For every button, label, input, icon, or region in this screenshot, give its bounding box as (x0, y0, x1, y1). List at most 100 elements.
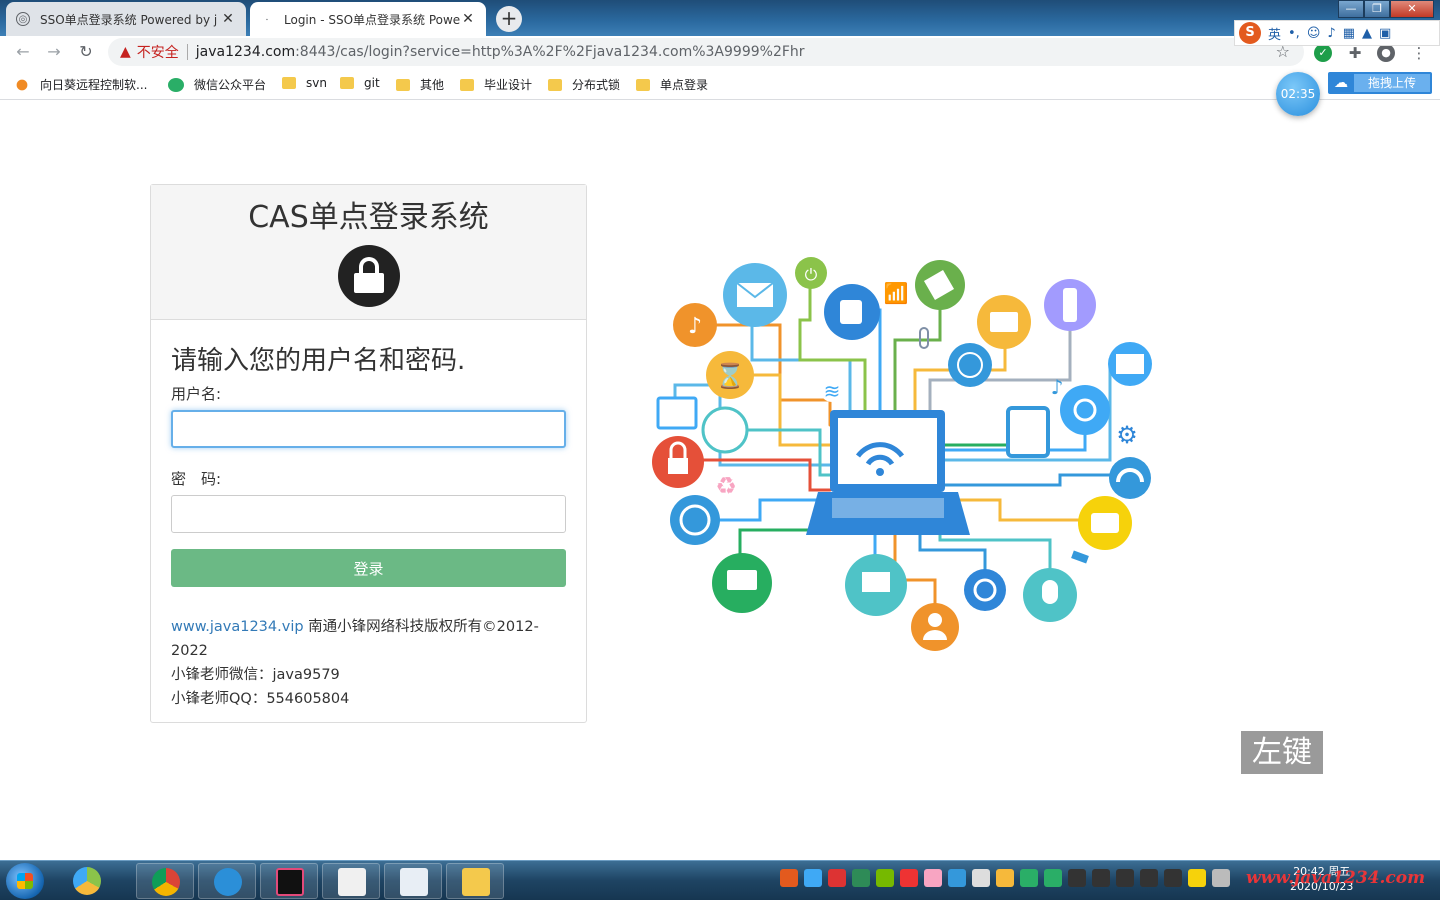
flower-tray-icon[interactable] (924, 869, 942, 887)
taskbar-app-explorer[interactable] (446, 863, 504, 899)
shield-tray-icon[interactable] (852, 869, 870, 887)
bookmark-label: 毕业设计 (484, 78, 533, 92)
back-button[interactable]: ← (12, 41, 34, 63)
bookmark-sunflower[interactable]: 向日葵远程控制软... (14, 76, 147, 93)
bookmark-sso[interactable]: 单点登录 (636, 76, 708, 93)
microphone-icon[interactable]: ♪ (1327, 26, 1335, 41)
loading-icon: ⸱ (265, 15, 269, 26)
keyboard-icon[interactable]: ▦ (1343, 26, 1355, 41)
intellij-icon (276, 868, 304, 896)
sogou-logo-icon[interactable]: S (1239, 22, 1261, 44)
login-form: 请输入您的用户名和密码. 用户名: 密 码: 登录 www.java1234.v… (151, 320, 586, 711)
svg-text:♪: ♪ (688, 314, 702, 339)
app-tray-icon[interactable] (828, 869, 846, 887)
recording-timer[interactable]: 02:35 (1276, 72, 1320, 116)
emoji-icon[interactable]: ☺ (1307, 26, 1321, 41)
taskbar-app-chrome[interactable] (136, 863, 194, 899)
browser-tabstrip: ◎ SSO单点登录系统 Powered by j ✕ ⸱ Login - SSO… (0, 0, 1440, 36)
cube-tray-icon[interactable] (804, 869, 822, 887)
window-tray-icon[interactable] (972, 869, 990, 887)
taskbar-app-java[interactable] (322, 863, 380, 899)
folder-icon (340, 77, 354, 89)
login-panel: CAS单点登录系统 请输入您的用户名和密码. 用户名: 密 码: 登录 www.… (150, 184, 587, 723)
login-button[interactable]: 登录 (171, 549, 566, 587)
bookmark-distributed-lock[interactable]: 分布式锁 (548, 76, 620, 93)
bookmark-label: git (364, 76, 380, 90)
s-tray-icon[interactable] (900, 869, 918, 887)
password-input[interactable] (171, 495, 566, 533)
taskbar-app-browser[interactable] (198, 863, 256, 899)
tab-login[interactable]: ⸱ Login - SSO单点登录系统 Powe ✕ (250, 2, 486, 36)
network-illustration: ♪ ⏻ ⌛ ♻ ⚙ ♪ 📶 ≋ (652, 257, 1152, 651)
folder-icon (636, 78, 650, 91)
bookmark-svn[interactable]: svn (282, 76, 327, 90)
profile-icon[interactable]: ● (1377, 44, 1395, 62)
site-link[interactable]: www.java1234.vip (171, 619, 304, 635)
site-watermark: www.java1234.com (1246, 868, 1426, 888)
qq-tray-icon[interactable] (1164, 869, 1182, 887)
os-taskbar: 20:42 周五 2020/10/23 (0, 860, 1440, 900)
taskbar-app-navicat[interactable] (384, 863, 442, 899)
url-path: :8443/cas/login?service=http%3A%2F%2Fjav… (295, 44, 805, 60)
forward-button[interactable]: → (43, 41, 65, 63)
close-tab-icon[interactable]: ✕ (460, 11, 476, 27)
bookmark-graduation[interactable]: 毕业设计 (460, 76, 532, 93)
drag-upload-widget[interactable]: ☁ 拖拽上传 (1328, 72, 1432, 94)
extensions-puzzle-icon[interactable]: ✚ (1346, 44, 1364, 62)
close-window-button[interactable]: ✕ (1390, 0, 1434, 18)
taskbar-app-sunflower[interactable] (58, 863, 116, 899)
folder-icon (548, 78, 562, 91)
globe-icon: ◎ (16, 12, 30, 26)
bookmark-label: 单点登录 (660, 78, 709, 92)
home-tray-icon[interactable] (996, 869, 1014, 887)
copyright-line: www.java1234.vip 南通小锋网络科技版权所有©2012-2022 (171, 615, 566, 663)
system-tray (780, 869, 1230, 887)
bookmark-wechat[interactable]: 微信公众平台 (168, 76, 266, 93)
mouse-key-overlay: 左键 (1241, 731, 1323, 774)
qq-tray-icon[interactable] (1116, 869, 1134, 887)
bookmark-git[interactable]: git (340, 76, 380, 90)
folder-icon (396, 78, 410, 91)
taskbar-app-intellij[interactable] (260, 863, 318, 899)
volume-icon[interactable] (1212, 869, 1230, 887)
browser-app-icon (214, 868, 242, 896)
maximize-button[interactable]: ❐ (1364, 0, 1390, 18)
wechat-tray-icon[interactable] (1020, 869, 1038, 887)
reload-button[interactable]: ↻ (75, 41, 97, 63)
wechat-work-tray-icon[interactable] (1044, 869, 1062, 887)
folder-explorer-icon (462, 868, 490, 896)
new-tab-button[interactable]: + (496, 6, 522, 32)
svg-text:⏻: ⏻ (805, 265, 818, 284)
tab-title: SSO单点登录系统 Powered by j (40, 12, 218, 27)
punctuation-icon[interactable]: •, (1288, 26, 1300, 41)
bookmark-other[interactable]: 其他 (396, 76, 444, 93)
nvidia-tray-icon[interactable] (876, 869, 894, 887)
close-tab-icon[interactable]: ✕ (220, 11, 236, 27)
minimize-button[interactable]: — (1338, 0, 1364, 18)
java-icon (338, 868, 366, 896)
username-input[interactable] (171, 410, 566, 448)
ime-toolbar: S 英 •, ☺ ♪ ▦ ▲ ▣ (1234, 20, 1440, 46)
extension-shield-icon[interactable]: ✓ (1314, 44, 1332, 62)
bookmarks-bar: 向日葵远程控制软... 微信公众平台 svn git 其他 毕业设计 分布式锁 … (0, 70, 1440, 100)
emoji-tray-icon[interactable] (1188, 869, 1206, 887)
gamepad-tray-icon[interactable] (948, 869, 966, 887)
bookmark-label: 向日葵远程控制软... (40, 78, 148, 92)
password-label: 密 码: (171, 470, 222, 488)
tab-sso-home[interactable]: ◎ SSO单点登录系统 Powered by j ✕ (6, 2, 246, 36)
sunflower-app-icon (73, 867, 101, 895)
ime-language[interactable]: 英 (1268, 24, 1281, 43)
qq-tray-icon[interactable] (1092, 869, 1110, 887)
sogou-tray-icon[interactable] (780, 869, 798, 887)
svg-text:♪: ♪ (1051, 375, 1064, 399)
svg-text:≋: ≋ (824, 379, 841, 403)
qq-tray-icon[interactable] (1140, 869, 1158, 887)
skin-icon[interactable]: ▲ (1362, 26, 1372, 41)
upload-label: 拖拽上传 (1354, 74, 1430, 92)
insecure-label[interactable]: 不安全 (137, 42, 179, 62)
menu-kebab-icon[interactable]: ⋮ (1410, 44, 1428, 62)
qq-tray-icon[interactable] (1068, 869, 1086, 887)
address-bar[interactable]: ▲ 不安全 java1234.com :8443/cas/login?servi… (108, 38, 1304, 66)
start-button[interactable] (6, 863, 44, 899)
toolbox-icon[interactable]: ▣ (1379, 26, 1391, 41)
